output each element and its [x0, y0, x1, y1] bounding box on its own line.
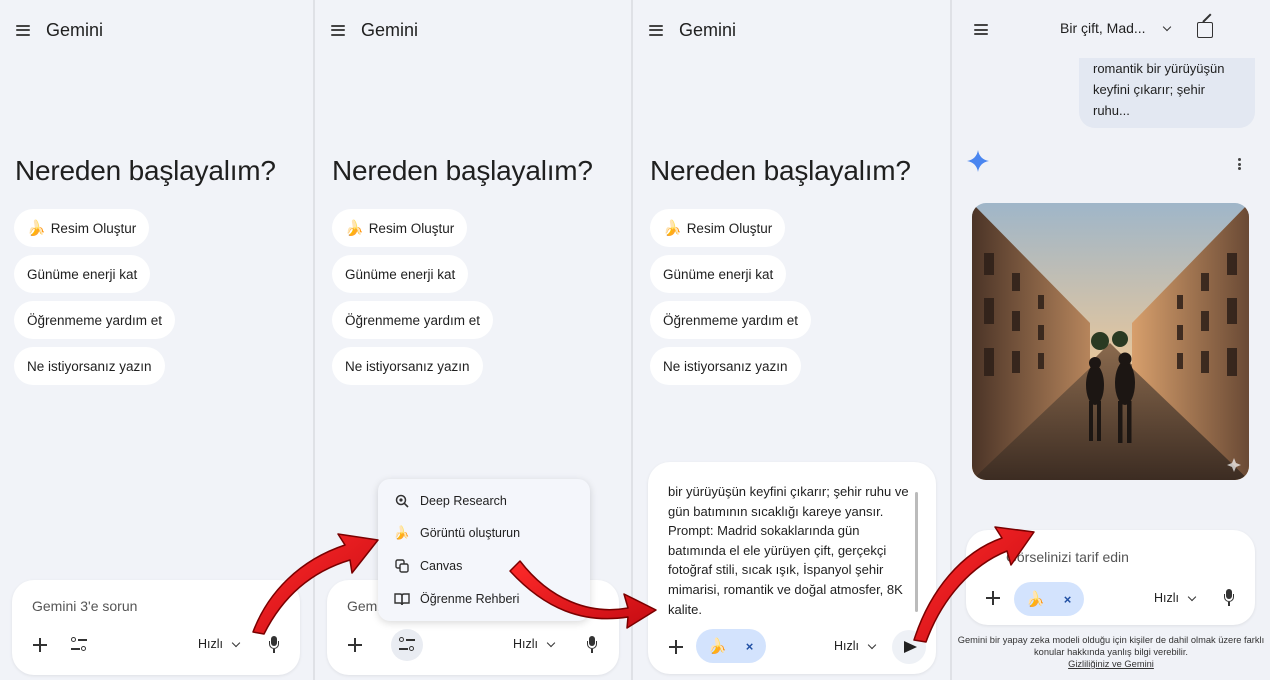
mic-icon[interactable]	[585, 635, 599, 655]
mic-icon[interactable]	[1222, 588, 1236, 608]
chevron-down-icon	[1187, 592, 1197, 601]
menu-item-image-generate[interactable]: 🍌 Görüntü oluşturun	[394, 523, 520, 543]
new-chat-icon[interactable]	[1197, 22, 1213, 38]
chip-energize-day[interactable]: Günüme enerji kat	[14, 255, 151, 293]
panel-home: Gemini Nereden başlayalım? 🍌 Resim Oluştu…	[0, 0, 313, 680]
banana-icon: 🍌	[345, 220, 364, 237]
close-icon[interactable]: ×	[1064, 592, 1072, 607]
plus-icon[interactable]	[666, 637, 686, 657]
image-tool-chip[interactable]: 🍌 ×	[696, 629, 766, 663]
plus-icon[interactable]	[983, 588, 1003, 608]
deep-research-icon	[394, 493, 410, 509]
prompt-input[interactable]: Görselinizi tarif edin	[1006, 549, 1129, 565]
menu-icon[interactable]	[974, 24, 988, 35]
chip-help-learn[interactable]: Öğrenmeme yardım et	[650, 301, 812, 339]
speed-selector[interactable]: Hızlı	[513, 637, 556, 651]
canvas-icon	[394, 558, 410, 574]
privacy-link[interactable]: Gizliliğiniz ve Gemini	[1068, 659, 1154, 669]
banana-icon: 🍌	[393, 525, 411, 540]
speed-selector[interactable]: Hızlı	[834, 639, 877, 653]
top-bar: Gemini	[16, 16, 103, 44]
banana-icon: 🍌	[27, 220, 46, 237]
chip-energize-day[interactable]: Günüme enerji kat	[332, 255, 469, 293]
banana-icon: 🍌	[708, 638, 727, 655]
suggestion-chips: 🍌 Resim Oluştur Günüme enerji kat Öğrenme…	[14, 209, 176, 393]
tools-icon[interactable]	[68, 634, 90, 656]
chip-write-anything[interactable]: Ne istiyorsanız yazın	[332, 347, 483, 385]
chevron-down-icon	[231, 638, 241, 647]
prompt-input[interactable]: Gemini 3'e sorun	[32, 598, 137, 614]
greeting-heading: Nereden başlayalım?	[15, 155, 276, 186]
chip-write-anything[interactable]: Ne istiyorsanız yazın	[14, 347, 165, 385]
greeting-heading: Nereden başlayalım?	[650, 155, 911, 186]
suggestion-chips: 🍌 Resim Oluştur Günüme enerji kat Öğrenme…	[332, 209, 494, 393]
prompt-composer[interactable]: Gemini 3'e sorun Hızlı	[12, 580, 300, 675]
tools-dropdown: Deep Research 🍌 Görüntü oluşturun Canvas …	[378, 479, 590, 621]
tools-icon[interactable]	[396, 634, 418, 656]
plus-icon[interactable]	[30, 635, 50, 655]
prompt-composer[interactable]: bir yürüyüşün keyfini çıkarır; şehir ruh…	[648, 462, 936, 674]
menu-item-learning-guide[interactable]: Öğrenme Rehberi	[394, 589, 519, 609]
send-button[interactable]	[892, 630, 926, 664]
chip-create-image[interactable]: 🍌 Resim Oluştur	[332, 209, 468, 247]
chip-help-learn[interactable]: Öğrenmeme yardım et	[332, 301, 494, 339]
greeting-heading: Nereden başlayalım?	[332, 155, 593, 186]
book-icon	[394, 591, 410, 607]
speed-selector[interactable]: Hızlı	[1154, 591, 1197, 605]
disclaimer-text: Gemini bir yapay zeka modeli olduğu için…	[957, 635, 1265, 669]
top-bar: Bir çift, Mad...	[952, 0, 1270, 58]
prompt-composer[interactable]: Görselinizi tarif edin 🍌 × Hızlı	[966, 530, 1255, 625]
chevron-down-icon	[1162, 22, 1171, 31]
brand-title: Gemini	[679, 19, 737, 40]
chevron-down-icon	[546, 638, 556, 647]
mic-icon[interactable]	[267, 635, 281, 655]
chip-create-image[interactable]: 🍌 Resim Oluştur	[14, 209, 150, 247]
menu-icon[interactable]	[16, 24, 30, 36]
gemini-spark-icon	[967, 150, 989, 172]
prompt-input[interactable]: bir yürüyüşün keyfini çıkarır; şehir ruh…	[668, 482, 918, 619]
close-icon[interactable]: ×	[746, 639, 754, 654]
menu-item-deep-research[interactable]: Deep Research	[394, 491, 507, 511]
panel-result: romantik bir yürüyüşün keyfini çıkarır; …	[952, 0, 1270, 680]
chip-create-image[interactable]: 🍌 Resim Oluştur	[650, 209, 786, 247]
prompt-input[interactable]: Gemi	[347, 598, 380, 614]
plus-icon[interactable]	[345, 635, 365, 655]
panel-tools-menu: Gemini Nereden başlayalım? 🍌 Resim Oluştu…	[315, 0, 631, 680]
menu-item-canvas[interactable]: Canvas	[394, 556, 462, 576]
banana-icon: 🍌	[663, 220, 682, 237]
chip-energize-day[interactable]: Günüme enerji kat	[650, 255, 787, 293]
image-tool-chip[interactable]: 🍌 ×	[1014, 582, 1084, 616]
top-bar: Gemini	[331, 16, 418, 44]
brand-title: Gemini	[46, 19, 104, 40]
banana-icon: 🍌	[1026, 591, 1045, 608]
generated-image[interactable]	[972, 203, 1249, 480]
chat-title-selector[interactable]: Bir çift, Mad...	[1060, 20, 1171, 36]
menu-icon[interactable]	[331, 24, 345, 36]
more-options-icon[interactable]	[1238, 158, 1241, 170]
panel-prompt-entered: Gemini Nereden başlayalım? 🍌 Resim Oluştu…	[633, 0, 950, 680]
menu-icon[interactable]	[649, 24, 663, 36]
suggestion-chips: 🍌 Resim Oluştur Günüme enerji kat Öğrenme…	[650, 209, 812, 393]
speed-selector[interactable]: Hızlı	[198, 637, 241, 651]
chip-help-learn[interactable]: Öğrenmeme yardım et	[14, 301, 176, 339]
top-bar: Gemini	[649, 16, 736, 44]
brand-title: Gemini	[361, 19, 419, 40]
scrollbar[interactable]	[915, 492, 918, 612]
chevron-down-icon	[867, 640, 877, 649]
chip-write-anything[interactable]: Ne istiyorsanız yazın	[650, 347, 801, 385]
